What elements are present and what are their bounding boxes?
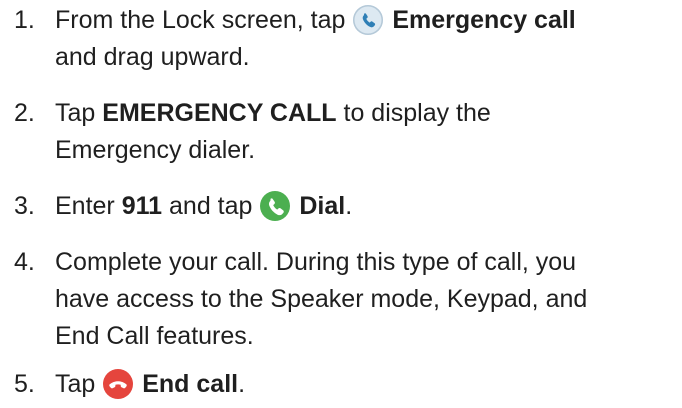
step-text-prefix: Tap xyxy=(55,370,96,398)
step-number: 3. xyxy=(14,192,35,220)
step-number: 4. xyxy=(14,248,35,276)
dial-phone-icon xyxy=(260,191,291,221)
step-text-suffix: . xyxy=(238,370,246,398)
step-text-suffix: to display the xyxy=(343,99,491,127)
step-number: 5. xyxy=(14,370,35,398)
emergency-phone-icon xyxy=(353,5,384,35)
step-text-prefix: Tap xyxy=(55,99,96,127)
step-number: 2. xyxy=(14,99,35,127)
step-2: 2. Tap EMERGENCY CALL to display the Eme… xyxy=(14,95,674,169)
step-text: Complete your call. During this type of … xyxy=(55,244,674,355)
step-5: 5. Tap End call. xyxy=(14,366,674,403)
step-text-prefix: From the Lock screen, tap xyxy=(55,6,346,34)
step-text-line2: Emergency dialer. xyxy=(55,136,256,164)
step-text-suffix: . xyxy=(345,192,353,220)
step-text: From the Lock screen, tap Emergency call… xyxy=(55,2,674,76)
step-text: Tap End call. xyxy=(55,366,674,403)
step-text: Enter 911 and tap Dial. xyxy=(55,188,674,225)
step-text-prefix: Enter xyxy=(55,192,115,220)
step-bold-number: 911 xyxy=(121,192,163,220)
step-text-line3: End Call features. xyxy=(55,322,254,350)
step-1: 1. From the Lock screen, tap Emergency c… xyxy=(14,2,674,76)
step-text-middle: and tap xyxy=(169,192,253,220)
step-text: Tap EMERGENCY CALL to display the Emerge… xyxy=(55,95,674,169)
step-4: 4. Complete your call. During this type … xyxy=(14,244,674,355)
step-bold-label: Dial xyxy=(299,192,346,220)
step-bold-label: Emergency call xyxy=(392,6,576,34)
step-bold-label: EMERGENCY CALL xyxy=(102,99,337,127)
step-number: 1. xyxy=(14,6,35,34)
step-bold-label: End call xyxy=(142,370,239,398)
end-call-icon xyxy=(103,369,134,399)
step-text-line2: and drag upward. xyxy=(55,43,250,71)
step-text-line1: Complete your call. During this type of … xyxy=(55,248,577,276)
step-text-line2: have access to the Speaker mode, Keypad,… xyxy=(55,285,588,313)
step-3: 3. Enter 911 and tap Dial. xyxy=(14,188,674,225)
